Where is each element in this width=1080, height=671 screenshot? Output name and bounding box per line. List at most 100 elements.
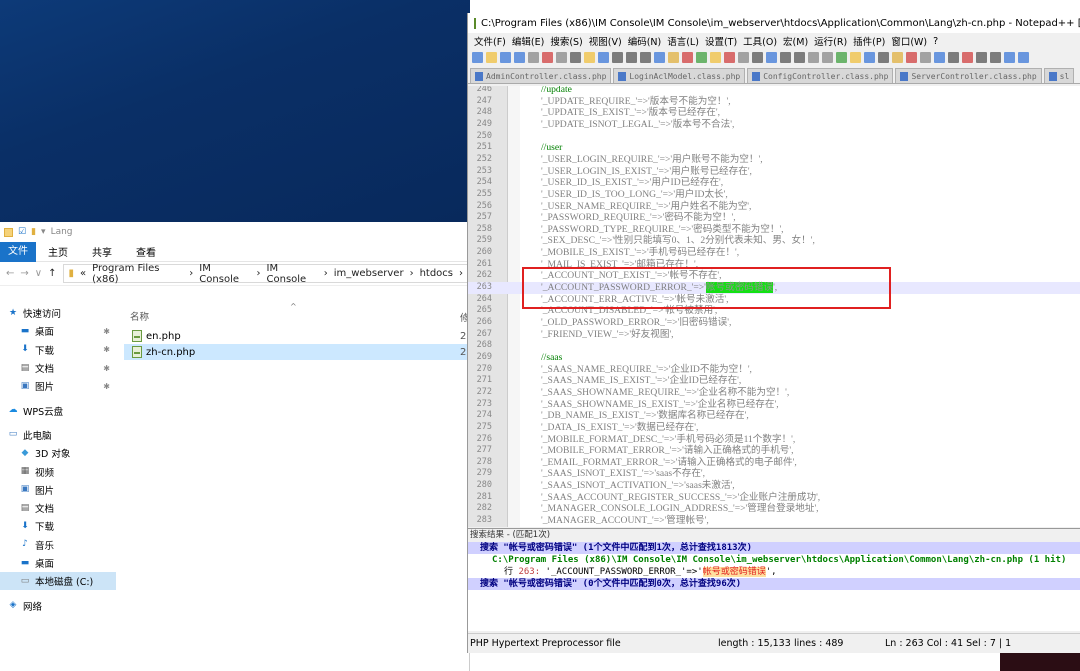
code-line[interactable]: 250	[468, 131, 1080, 143]
code-line[interactable]: 256 '_USER_NAME_REQUIRE_'=>'用户姓名不能为空',	[468, 201, 1080, 213]
address-bar[interactable]: ▮ « Program Files (x86) › IM Console › IM …	[62, 263, 469, 285]
menu-item[interactable]: 窗口(W)	[888, 34, 930, 48]
code-line[interactable]: 280 '_SAAS_ISNOT_ACTIVATION_'=>'saas未激活',	[468, 480, 1080, 492]
file-row[interactable]: en.php 2	[124, 328, 470, 344]
toolbar-button-icon[interactable]	[500, 52, 511, 63]
toolbar-button-icon[interactable]	[710, 52, 721, 63]
nav-item[interactable]: ▣ 图片	[0, 481, 116, 499]
code-line[interactable]: 259 '_SEX_DESC_'=>'性别只能填写0、1、2分别代表未知、男、女！…	[468, 235, 1080, 247]
document-tab[interactable]: ServerController.class.php	[895, 68, 1042, 83]
toolbar-button-icon[interactable]	[668, 52, 679, 63]
ribbon-tab-view[interactable]: 查看	[124, 244, 168, 259]
menu-item[interactable]: 插件(P)	[850, 34, 888, 48]
code-line[interactable]: 266 '_OLD_PASSWORD_ERROR_'=>'旧密码错误',	[468, 317, 1080, 329]
toolbar-button-icon[interactable]	[808, 52, 819, 63]
menu-item[interactable]: 工具(O)	[740, 34, 780, 48]
menu-item[interactable]: 语言(L)	[664, 34, 702, 48]
toolbar-button-icon[interactable]	[584, 52, 595, 63]
nav-item[interactable]: ▬ 桌面	[0, 554, 116, 572]
toolbar-button-icon[interactable]	[934, 52, 945, 63]
search-query-line[interactable]: 搜索 "帐号或密码错误" (1个文件中匹配到1次，总计查找1813次)	[468, 542, 1080, 554]
column-header-name[interactable]: 名称 ^ 修	[124, 302, 470, 328]
toolbar-button-icon[interactable]	[906, 52, 917, 63]
nav-item[interactable]: ☁ WPS云盘	[0, 401, 116, 419]
toolbar-button-icon[interactable]	[472, 52, 483, 63]
toolbar-button-icon[interactable]	[598, 52, 609, 63]
toolbar-button-icon[interactable]	[976, 52, 987, 63]
code-line[interactable]: 268	[468, 340, 1080, 352]
toolbar-button-icon[interactable]	[780, 52, 791, 63]
ribbon-tab-home[interactable]: 主页	[36, 244, 80, 259]
menu-item[interactable]: 编码(N)	[625, 34, 665, 48]
code-line[interactable]: 281 '_SAAS_ACCOUNT_REGISTER_SUCCESS_'=>'企…	[468, 492, 1080, 504]
pin-icon[interactable]: ✱	[103, 345, 110, 354]
toolbar-button-icon[interactable]	[682, 52, 693, 63]
path-segment[interactable]: htdocs	[420, 268, 453, 279]
toolbar-button-icon[interactable]	[640, 52, 651, 63]
toolbar-button-icon[interactable]	[766, 52, 777, 63]
document-tab[interactable]: ConfigController.class.php	[747, 68, 894, 83]
code-line[interactable]: 276 '_MOBILE_FORMAT_DESC_'=>'手机号码必须是11个数字…	[468, 434, 1080, 446]
toolbar-button-icon[interactable]	[514, 52, 525, 63]
code-line[interactable]: 255 '_USER_ID_IS_TOO_LONG_'=>'用户ID太长',	[468, 189, 1080, 201]
code-line[interactable]: 279 '_SAAS_ISNOT_EXIST_'=>'saas不存在',	[468, 468, 1080, 480]
code-line[interactable]: 269 //saas	[468, 352, 1080, 364]
code-line[interactable]: 253 '_USER_LOGIN_IS_EXIST_'=>'用户账号已经存在',	[468, 166, 1080, 178]
nav-item[interactable]: ▭ 本地磁盘 (C:)	[0, 572, 116, 591]
up-arrow-icon[interactable]: ↑	[48, 268, 56, 279]
code-line[interactable]: 248 '_UPDATE_IS_EXIST_'=>'版本号已经存在',	[468, 107, 1080, 119]
code-line[interactable]: 277 '_MOBILE_FORMAT_ERROR_'=>'请输入正确格式的手机号…	[468, 445, 1080, 457]
toolbar-button-icon[interactable]	[570, 52, 581, 63]
code-line[interactable]: 283 '_MANAGER_ACCOUNT_'=>'管理帐号',	[468, 515, 1080, 527]
toolbar-button-icon[interactable]	[556, 52, 567, 63]
back-arrow-icon[interactable]: ←	[6, 268, 14, 279]
code-line[interactable]: 273 '_SAAS_SHOWNAME_IS_EXIST_'=>'企业名称已经存在…	[468, 399, 1080, 411]
recent-dropdown-icon[interactable]: ∨	[35, 268, 42, 279]
code-line[interactable]: 252 '_USER_LOGIN_REQUIRE_'=>'用户账号不能为空！',	[468, 154, 1080, 166]
code-line[interactable]: 249 '_UPDATE_ISNOT_LEGAL_'=>'版本号不合法',	[468, 119, 1080, 131]
toolbar-button-icon[interactable]	[1004, 52, 1015, 63]
code-editor[interactable]: 246 //update 247 '_UPDATE_REQUIRE_'=>'版本号不能…	[468, 86, 1080, 527]
path-segment[interactable]: Program Files (x86)	[92, 263, 183, 285]
search-match-line[interactable]: 行 263: '_ACCOUNT_PASSWORD_ERROR_'=>'帐号或密…	[468, 566, 1080, 578]
code-line[interactable]: 247 '_UPDATE_REQUIRE_'=>'版本号不能为空！',	[468, 96, 1080, 108]
nav-item[interactable]: ▬ 桌面 ✱	[0, 322, 116, 340]
code-line[interactable]: 270 '_SAAS_NAME_REQUIRE_'=>'企业ID不能为空！',	[468, 364, 1080, 376]
pin-icon[interactable]: ✱	[103, 364, 110, 373]
ribbon-tab-file[interactable]: 文件	[0, 241, 36, 262]
code-line[interactable]: 275 '_DATA_IS_EXIST_'=>'数据已经存在',	[468, 422, 1080, 434]
toolbar-button-icon[interactable]	[920, 52, 931, 63]
document-tab[interactable]: sl	[1043, 68, 1075, 83]
nav-item[interactable]: ▤ 文档 ✱	[0, 359, 116, 377]
code-line[interactable]: 278 '_EMAIL_FORMAT_ERROR_'=>'请输入正确格式的电子邮件…	[468, 457, 1080, 469]
pin-icon[interactable]: ✱	[103, 382, 110, 391]
check-icon[interactable]: ☑	[18, 227, 26, 237]
search-file-line[interactable]: C:\Program Files (x86)\IM Console\IM Con…	[468, 554, 1080, 566]
nav-item[interactable]: ♪ 音乐	[0, 536, 116, 554]
code-line[interactable]: 246 //update	[468, 86, 1080, 96]
toolbar-button-icon[interactable]	[822, 52, 833, 63]
path-segment[interactable]: im_webserver	[334, 268, 404, 279]
ribbon-tab-share[interactable]: 共享	[80, 244, 124, 259]
menu-item[interactable]: 编辑(E)	[509, 34, 547, 48]
toolbar-button-icon[interactable]	[696, 52, 707, 63]
toolbar-button-icon[interactable]	[990, 52, 1001, 63]
toolbar-button-icon[interactable]	[892, 52, 903, 63]
file-row[interactable]: zh-cn.php 2	[124, 344, 470, 360]
code-line[interactable]: 254 '_USER_ID_IS_EXIST_'=>'用户ID已经存在',	[468, 177, 1080, 189]
nav-item[interactable]: ◈ 网络	[0, 596, 116, 614]
code-line[interactable]: 267 '_FRIEND_VIEW_'=>'好友视图',	[468, 329, 1080, 341]
search-query-line-2[interactable]: 搜索 "帐号或密码错误" (0个文件中匹配到0次，总计查找96次)	[468, 578, 1080, 590]
toolbar-button-icon[interactable]	[528, 52, 539, 63]
toolbar-button-icon[interactable]	[1018, 52, 1029, 63]
toolbar-button-icon[interactable]	[850, 52, 861, 63]
menu-item[interactable]: 设置(T)	[702, 34, 740, 48]
toolbar-button-icon[interactable]	[738, 52, 749, 63]
document-tab[interactable]: LoginAclModel.class.php	[613, 68, 746, 83]
toolbar-button-icon[interactable]	[612, 52, 623, 63]
toolbar-button-icon[interactable]	[626, 52, 637, 63]
code-line[interactable]: 271 '_SAAS_NAME_IS_EXIST_'=>'企业ID已经存在',	[468, 375, 1080, 387]
nav-item[interactable]: ★ 快速访问	[0, 304, 116, 322]
toolbar-button-icon[interactable]	[948, 52, 959, 63]
dropdown-icon[interactable]: ▾	[41, 227, 46, 237]
